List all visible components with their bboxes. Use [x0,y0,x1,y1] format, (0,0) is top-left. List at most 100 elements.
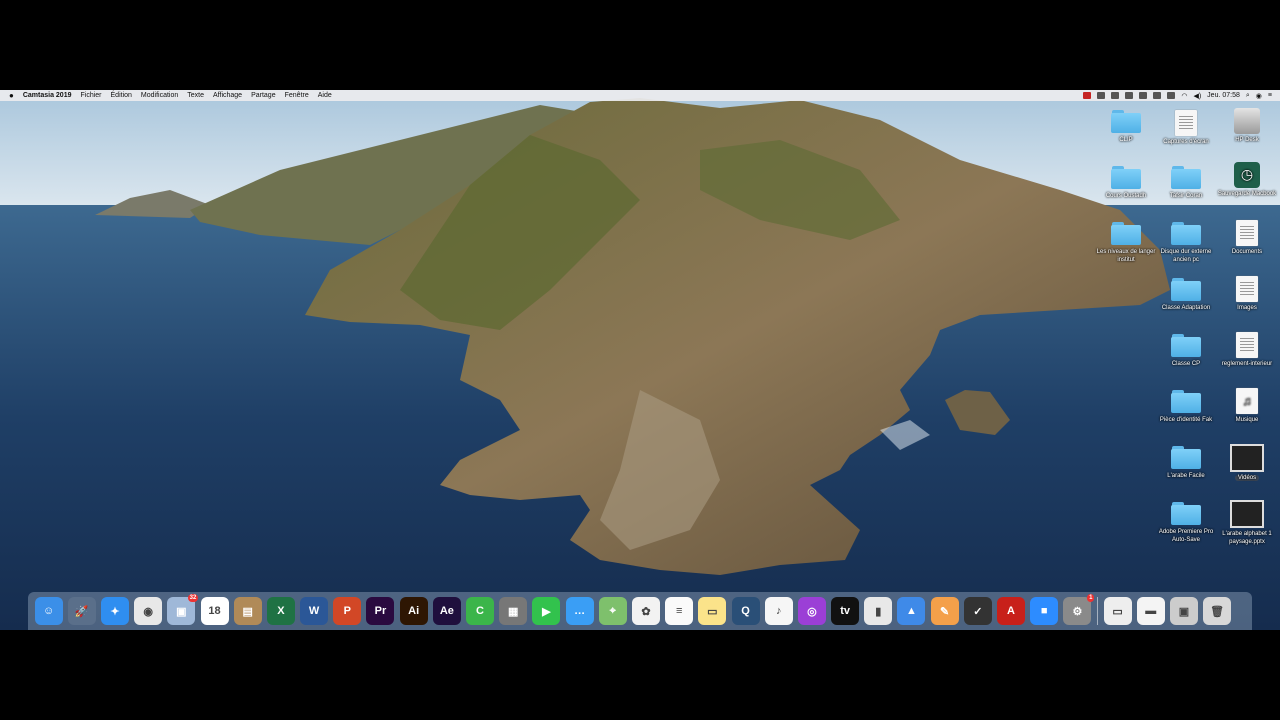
menu-aide[interactable]: Aide [318,92,332,99]
contacts-icon[interactable]: ▤ [233,597,262,625]
messages-icon[interactable]: … [565,597,594,625]
images-icon [1236,276,1258,302]
siri-icon[interactable]: ◉ [1256,92,1262,100]
desktop-icon-label: Classe Adaptation [1161,305,1211,311]
desktop-icon-clip[interactable]: CLIP [1095,110,1157,145]
menu-partage[interactable]: Partage [251,92,276,99]
notification-badge: 32 [187,594,199,602]
preview-icon[interactable]: ▣ 32 [167,594,199,625]
pages-icon[interactable]: ✎ [930,597,959,625]
excel-icon[interactable]: X [266,597,295,625]
desktop-icon-label: Documents [1231,249,1263,255]
acrobat-icon[interactable]: A [997,597,1026,625]
tv-icon[interactable]: tv [831,597,860,625]
desktop-icon-arabe-alphabet[interactable]: L'arabe alphabet 1 paysage.pptx [1216,500,1278,546]
launchpad-icon[interactable]: 🚀 [67,597,96,625]
word-icon[interactable]: W [300,597,329,625]
menu-edition[interactable]: Édition [111,92,132,99]
menu-affichage[interactable]: Affichage [213,92,242,99]
desktop-icon-arabe-facile[interactable]: L'arabe Facile [1155,446,1217,481]
clock[interactable]: Jeu. 07:58 [1207,92,1240,99]
premiere-icon[interactable]: Pr [366,597,395,625]
desktop-icon-disque-dur[interactable]: Disque dur externe ancien pc [1155,222,1217,264]
sync-icon[interactable] [1111,92,1120,99]
desktop-icon-classe-adaptation[interactable]: Classe Adaptation [1155,278,1217,313]
quicktime-glyph: Q [741,605,750,617]
maps-icon[interactable]: ⌖ [598,597,627,625]
keynote-icon[interactable]: ▲ [897,597,926,625]
spotlight-icon[interactable]: ⌕ [1246,92,1250,100]
after-effects-icon[interactable]: Ae [432,597,461,625]
notification-center-icon[interactable]: ≡ [1268,92,1272,99]
finder-glyph: ☺ [42,605,55,617]
desktop-icon-label: Adobe Premiere Pro Auto-Save [1158,529,1214,543]
desktop-icon-hp-desk[interactable]: HP Desk [1216,108,1278,145]
wallpaper-catalina-island [0,90,1280,630]
desktop-icon-reglement[interactable]: reglement-interieur [1216,332,1278,369]
illustrator-icon[interactable]: Ai [399,597,428,625]
app-menu[interactable]: Camtasia 2019 [23,92,72,99]
menu-fenetre[interactable]: Fenêtre [285,92,309,99]
desktop-icon-niveaux[interactable]: Les niveaux de langer institut [1095,222,1157,264]
menu-modification[interactable]: Modification [141,92,178,99]
cast-icon[interactable] [1153,92,1162,99]
calculator-icon[interactable]: ▦ [499,597,528,625]
desktop-icon-images[interactable]: Images [1216,276,1278,313]
music-icon[interactable]: ♪ [764,597,793,625]
system-preferences-icon[interactable]: ⚙ 1 [1063,594,1095,625]
norton-icon[interactable]: ✓ [963,597,992,625]
downloads-stack-icon[interactable]: ▭ [1103,597,1132,625]
illustrator-glyph: Ai [408,605,420,617]
dropbox-icon[interactable] [1097,92,1106,99]
safari-icon[interactable]: ✦ [100,597,129,625]
quicktime-icon[interactable]: Q [731,597,760,625]
facetime-icon[interactable]: ▶ [532,597,561,625]
powerpoint-icon[interactable]: P [333,597,362,625]
folder-icon [1111,166,1141,190]
reminders-icon[interactable]: ≡ [665,597,694,625]
desktop-icon-label: Les niveaux de langer institut [1096,249,1156,263]
photos-icon[interactable]: ✿ [631,597,660,625]
desktop-icon-tafsir-coran[interactable]: Tafsir Coran [1155,166,1217,201]
screenshots-stack-icon[interactable]: ▣ [1169,597,1198,625]
calendar-icon[interactable]: 18 [200,597,229,625]
menu-fichier[interactable]: Fichier [81,92,102,99]
display-icon[interactable] [1139,92,1148,99]
folder-icon [1111,222,1141,246]
calculator-glyph: ▦ [508,605,519,618]
desktop-icon-videos[interactable]: Vidéos [1216,444,1278,483]
desktop-icon-captures[interactable]: Captures d'écran [1155,110,1217,147]
camtasia-icon[interactable]: C [466,597,495,625]
acrobat-glyph: A [1007,605,1015,617]
apple-menu-icon[interactable]: ● [9,91,14,100]
finder-icon[interactable]: ☺ [34,597,63,625]
folder-icon [1171,502,1201,526]
zoom-icon[interactable]: ■ [1030,597,1059,625]
podcasts-icon[interactable]: ◎ [797,597,826,625]
record-icon[interactable] [1083,92,1092,99]
music-glyph: ♪ [775,605,782,617]
calendar-glyph: 18 [208,605,221,617]
trash-icon[interactable]: 🗑 [1203,597,1232,625]
dock-separator [1097,597,1098,625]
documents-icon [1236,220,1258,246]
desktop-icon-classe-cp[interactable]: Classe CP [1155,334,1217,369]
bluetooth-icon[interactable] [1167,92,1176,99]
volume-icon[interactable]: ◀) [1193,92,1201,100]
numbers-icon[interactable]: ▮ [864,597,893,625]
window-stack-icon[interactable]: ▬ [1136,597,1165,625]
facetime-glyph: ▶ [542,605,551,618]
desktop-icon-documents[interactable]: Documents [1216,220,1278,257]
desktop-icon-premiere-autosave[interactable]: Adobe Premiere Pro Auto-Save [1155,502,1217,544]
chrome-glyph: ◉ [143,605,153,618]
screenshots-stack-glyph: ▣ [1178,605,1190,618]
wifi-icon[interactable]: ◠ [1181,92,1187,100]
desktop-icon-cours-oustadh[interactable]: Cours Oustadh [1095,166,1157,201]
desktop-icon-piece-identite[interactable]: Pièce d'identité Fak [1155,390,1217,425]
desktop-icon-sauvegarde[interactable]: ◷ Sauvegarde Macbook [1216,162,1278,199]
menu-texte[interactable]: Texte [187,92,204,99]
screen-icon[interactable] [1125,92,1134,99]
desktop-icon-musique[interactable]: ♫ Musique [1216,388,1278,425]
chrome-icon[interactable]: ◉ [134,597,163,625]
notes-icon[interactable]: ▭ [698,597,727,625]
